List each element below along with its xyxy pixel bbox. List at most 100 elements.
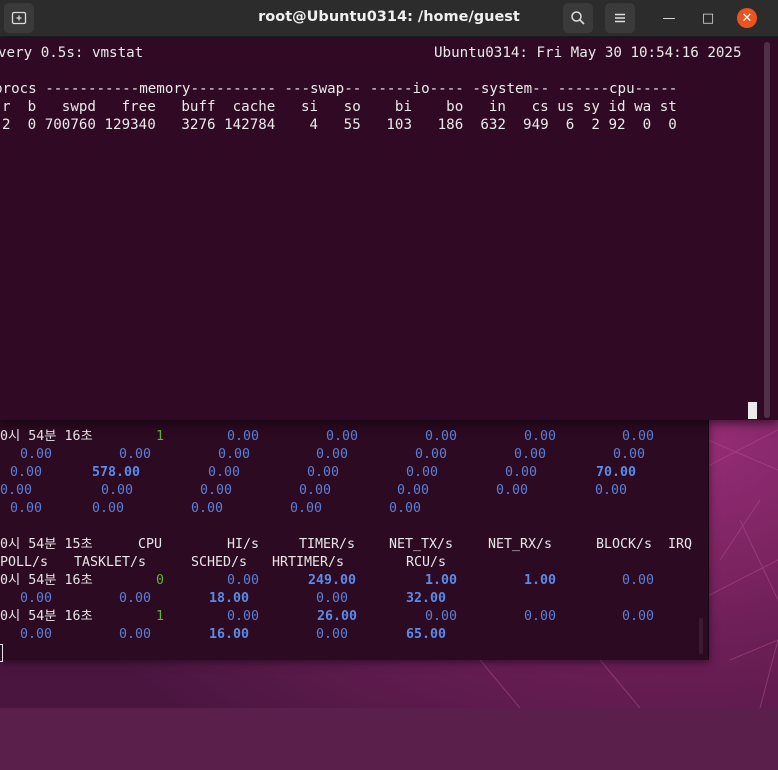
- value-cell: 0.00: [20, 447, 53, 462]
- value-cell: 0.00: [397, 483, 430, 498]
- vmstat-group-header: procs -----------memory---------- ---swa…: [0, 81, 678, 97]
- column-header: IRQ: [668, 537, 693, 552]
- value-cell: 0.00: [389, 501, 422, 516]
- watch-header-left: very 0.5s: vmstat: [0, 45, 144, 61]
- value-cell: 16.00: [209, 627, 250, 642]
- mpstat-header: 0시 54분 15초 CPU HI/s TIMER/s NET_TX/s NET…: [0, 536, 692, 554]
- value-cell: 0.00: [10, 501, 43, 516]
- value-cell: 1.00: [425, 573, 458, 588]
- value-cell: 70.00: [596, 465, 637, 480]
- value-cell: 0.00: [92, 501, 125, 516]
- value-cell: 0.00: [622, 609, 655, 624]
- value-cell: 0.00: [208, 465, 241, 480]
- title-bar[interactable]: root@Ubuntu0314: /home/guest — □ ✕: [0, 0, 778, 37]
- mpstat-row: 0.00 0.00 0.00 0.00 0.00 0.00 0.00: [0, 446, 645, 464]
- column-header: TIMER/s: [299, 537, 356, 552]
- minimize-button[interactable]: —: [659, 8, 679, 28]
- mpstat-row: 0.00 0.00 16.00 0.00 65.00: [0, 626, 446, 644]
- value-cell: 0.00: [326, 429, 359, 444]
- column-header: BLOCK/s: [596, 537, 653, 552]
- value-cell: 0.00: [227, 429, 260, 444]
- value-cell: 0.00: [119, 447, 152, 462]
- column-header: TASKLET/s: [74, 555, 147, 570]
- search-button[interactable]: [563, 3, 593, 33]
- value-cell: 0.00: [316, 447, 349, 462]
- value-cell: 0.00: [524, 609, 557, 624]
- value-cell: 0.00: [595, 483, 628, 498]
- value-cell: 0.00: [316, 627, 349, 642]
- terminal-window[interactable]: root@Ubuntu0314: /home/guest — □ ✕ very …: [0, 0, 778, 420]
- value-cell: 26.00: [317, 609, 358, 624]
- value-cell: 578.00: [92, 465, 141, 480]
- value-cell: 1.00: [524, 573, 557, 588]
- mpstat-row: 0시 54분 16초 1 0.00 0.00 0.00 0.00 0.00: [0, 428, 654, 446]
- value-cell: 0.00: [514, 447, 547, 462]
- value-cell: 0.00: [20, 591, 53, 606]
- value-cell: 0.00: [425, 609, 458, 624]
- value-cell: 0.00: [496, 483, 529, 498]
- cpu-id: 0: [156, 573, 165, 588]
- timestamp: 0시 54분 15초: [0, 537, 93, 552]
- value-cell: 0.00: [299, 483, 332, 498]
- value-cell: 0.00: [316, 591, 349, 606]
- scrollbar[interactable]: [764, 42, 770, 418]
- value-cell: 0.00: [119, 591, 152, 606]
- close-icon: ✕: [741, 10, 753, 26]
- value-cell: 0.00: [227, 609, 260, 624]
- value-cell: 0.00: [622, 429, 655, 444]
- watch-header-right: Ubuntu0314: Fri May 30 10:54:16 2025: [434, 45, 742, 61]
- hamburger-menu-icon: [615, 13, 625, 23]
- close-button[interactable]: ✕: [737, 8, 757, 28]
- value-cell: 0.00: [415, 447, 448, 462]
- column-header: POLL/s: [0, 555, 49, 570]
- mpstat-row: 0시 54분 16초 1 0.00 26.00 0.00 0.00 0.00: [0, 608, 654, 626]
- value-cell: 249.00: [308, 573, 357, 588]
- mpstat-row: 0.00 578.00 0.00 0.00 0.00 0.00 70.00: [0, 464, 636, 482]
- column-header: HRTIMER/s: [272, 555, 345, 570]
- value-cell: 0.00: [200, 483, 233, 498]
- maximize-icon: □: [701, 10, 715, 26]
- value-cell: 0.00: [101, 483, 134, 498]
- mpstat-row: 0.00 0.00 0.00 0.00 0.00 0.00 0.00: [0, 482, 627, 500]
- mpstat-row: 0.00 0.00 0.00 0.00 0.00: [0, 500, 421, 518]
- value-cell: 0.00: [227, 573, 260, 588]
- value-cell: 0.00: [218, 447, 251, 462]
- search-icon: [571, 11, 585, 25]
- timestamp: 0시 54분 16초: [0, 609, 93, 624]
- column-header: HI/s: [227, 537, 260, 552]
- value-cell: 0.00: [10, 465, 43, 480]
- mpstat-row: 0.00 0.00 18.00 0.00 32.00: [0, 590, 446, 608]
- value-cell: 0.00: [290, 501, 323, 516]
- cpu-id: 1: [156, 429, 165, 444]
- value-cell: 18.00: [209, 591, 250, 606]
- value-cell: 0.00: [307, 465, 340, 480]
- minimize-icon: —: [662, 10, 676, 26]
- value-cell: 0.00: [425, 429, 458, 444]
- scrollbar[interactable]: [699, 618, 703, 654]
- value-cell: 0.00: [0, 483, 33, 498]
- value-cell: 65.00: [406, 627, 447, 642]
- vmstat-values-row: 2 0 700760 129340 3276 142784 4 55 103 1…: [2, 117, 677, 133]
- timestamp: 0시 54분 16초: [0, 429, 93, 444]
- value-cell: 0.00: [524, 429, 557, 444]
- value-cell: 0.00: [119, 627, 152, 642]
- vmstat-column-header: r b swpd free buff cache si so bi bo in …: [2, 99, 677, 115]
- column-header: NET_TX/s: [389, 537, 454, 552]
- column-header: CPU: [138, 537, 163, 552]
- value-cell: 0.00: [622, 573, 655, 588]
- text-cursor: [748, 402, 757, 419]
- background-terminal-window[interactable]: 0시 54분 16초 1 0.00 0.00 0.00 0.00 0.00 0.…: [0, 420, 709, 662]
- column-header: NET_RX/s: [488, 537, 553, 552]
- menu-button[interactable]: [605, 3, 635, 33]
- value-cell: 0.00: [613, 447, 646, 462]
- timestamp: 0시 54분 16초: [0, 573, 93, 588]
- cpu-id: 1: [156, 609, 165, 624]
- mpstat-row: 0시 54분 16초 0 0.00 249.00 1.00 1.00 0.00: [0, 572, 654, 590]
- value-cell: 0.00: [505, 465, 538, 480]
- column-header: RCU/s: [406, 555, 447, 570]
- maximize-button[interactable]: □: [698, 8, 718, 28]
- value-cell: 0.00: [20, 627, 53, 642]
- value-cell: 0.00: [406, 465, 439, 480]
- value-cell: 0.00: [191, 501, 224, 516]
- column-header: SCHED/s: [191, 555, 248, 570]
